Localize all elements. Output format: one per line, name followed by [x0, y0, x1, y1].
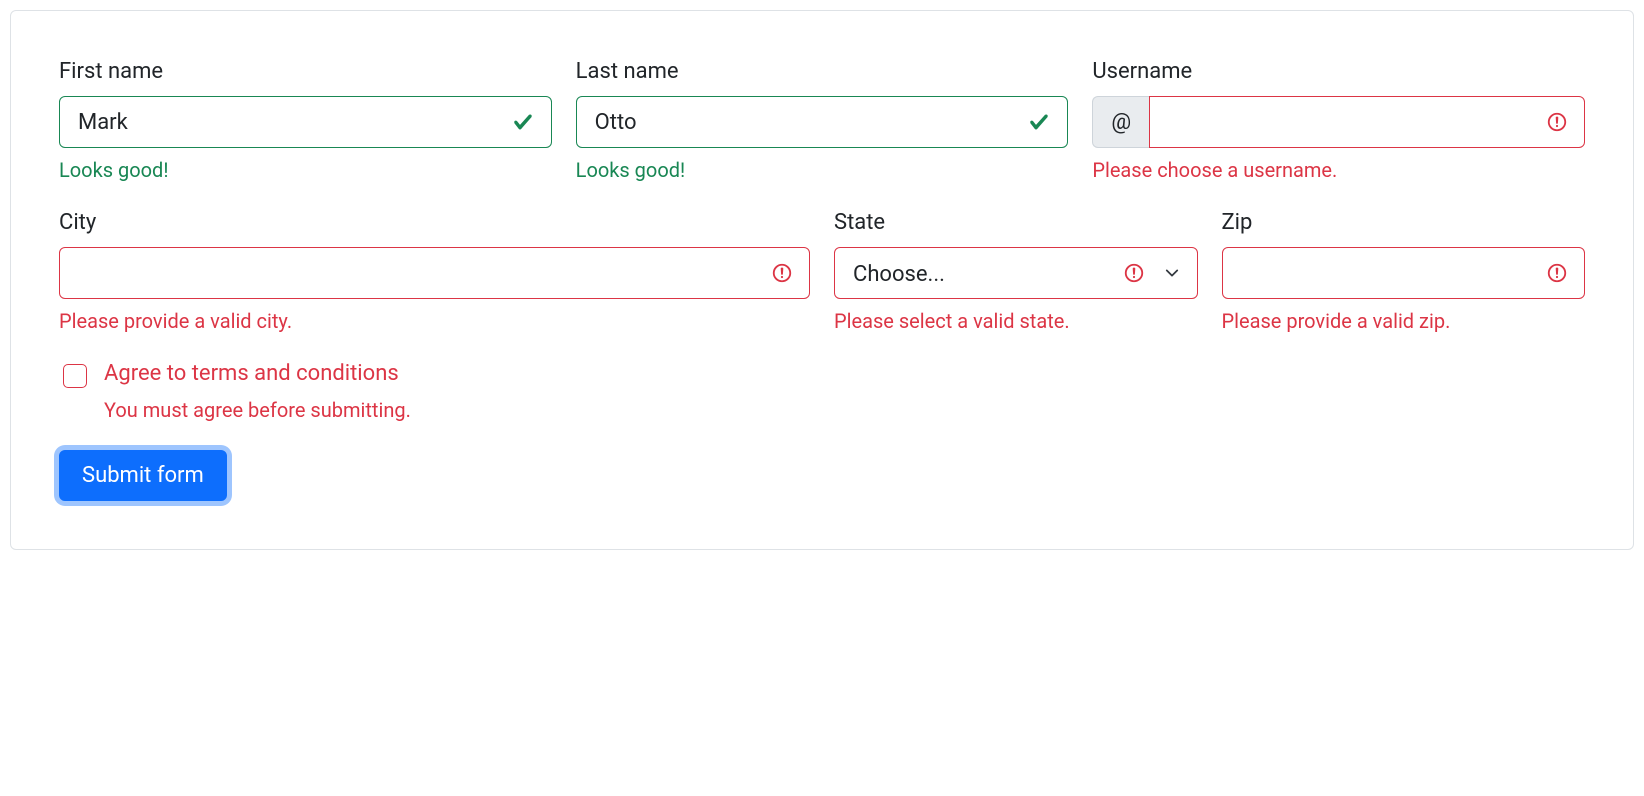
terms-feedback: You must agree before submitting.: [104, 398, 411, 422]
form-group-last-name: Last name Looks good!: [576, 59, 1069, 182]
username-input-group: @: [1092, 96, 1585, 148]
state-feedback: Please select a valid state.: [834, 309, 1198, 333]
city-input[interactable]: [59, 247, 810, 299]
username-addon: @: [1092, 96, 1149, 148]
submit-button[interactable]: Submit form: [59, 450, 227, 501]
terms-body: Agree to terms and conditions You must a…: [104, 361, 411, 422]
username-label: Username: [1092, 59, 1585, 84]
form-group-first-name: First name Looks good!: [59, 59, 552, 182]
zip-feedback: Please provide a valid zip.: [1222, 309, 1586, 333]
username-feedback: Please choose a username.: [1092, 158, 1585, 182]
form-group-zip: Zip Please provide a valid zip.: [1222, 210, 1586, 333]
last-name-label: Last name: [576, 59, 1069, 84]
city-label: City: [59, 210, 810, 235]
form-group-state: State Choose... Please select a valid st…: [834, 210, 1198, 333]
city-feedback: Please provide a valid city.: [59, 309, 810, 333]
first-name-label: First name: [59, 59, 552, 84]
first-name-feedback: Looks good!: [59, 158, 552, 182]
validation-form-card: First name Looks good! Last name Looks g…: [10, 10, 1634, 550]
form-row-2: City Please provide a valid city. State …: [59, 210, 1585, 333]
state-label: State: [834, 210, 1198, 235]
form-group-city: City Please provide a valid city.: [59, 210, 810, 333]
form-check-terms: Agree to terms and conditions You must a…: [59, 361, 1585, 422]
state-select[interactable]: Choose...: [834, 247, 1198, 299]
terms-checkbox[interactable]: [63, 364, 87, 388]
form-row-1: First name Looks good! Last name Looks g…: [59, 59, 1585, 182]
zip-input[interactable]: [1222, 247, 1586, 299]
zip-label: Zip: [1222, 210, 1586, 235]
last-name-input[interactable]: [576, 96, 1069, 148]
username-input[interactable]: [1149, 96, 1585, 148]
form-group-username: Username @ Please choose a username.: [1092, 59, 1585, 182]
last-name-feedback: Looks good!: [576, 158, 1069, 182]
terms-label[interactable]: Agree to terms and conditions: [104, 361, 411, 386]
first-name-input[interactable]: [59, 96, 552, 148]
